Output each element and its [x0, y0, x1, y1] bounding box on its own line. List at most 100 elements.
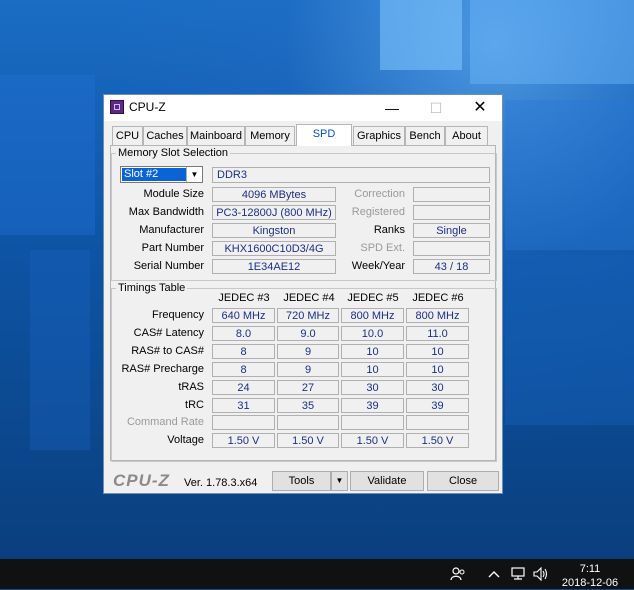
tab-spd[interactable]: SPD: [296, 124, 352, 146]
timing-cell: 1.50 V: [341, 433, 404, 448]
window-title: CPU-Z: [129, 100, 166, 114]
timing-row-label-ras-precharge: RAS# Precharge: [121, 363, 204, 375]
timing-cell: 9.0: [277, 326, 339, 341]
ranks-label: Ranks: [373, 224, 405, 236]
week-year-value: 43 / 18: [413, 259, 490, 274]
volume-icon[interactable]: [533, 567, 549, 581]
timing-cell: [406, 415, 469, 430]
timing-row-label-cas-latency: CAS# Latency: [133, 327, 204, 339]
group-legend: Timings Table: [118, 282, 186, 294]
timing-cell: 800 MHz: [341, 308, 404, 323]
minimize-button[interactable]: —: [370, 95, 414, 121]
registered-label: Registered: [351, 206, 405, 218]
spd-ext-value: [413, 241, 490, 256]
tools-button[interactable]: Tools: [272, 471, 331, 491]
timing-column-header: JEDEC #4: [283, 292, 335, 304]
status-bar: CPU-Z Ver. 1.78.3.x64 Tools ▼ Validate C…: [104, 466, 502, 493]
timing-cell: 640 MHz: [212, 308, 275, 323]
timing-cell: 27: [277, 380, 339, 395]
week-year-label: Week/Year: [351, 260, 405, 272]
tab-graphics[interactable]: Graphics: [353, 126, 405, 145]
network-icon[interactable]: [510, 567, 526, 581]
module-size-value: 4096 MBytes: [212, 187, 336, 202]
maximize-button[interactable]: ☐: [414, 95, 458, 121]
timing-row-label-tras: tRAS: [178, 381, 204, 393]
timing-cell: [341, 415, 404, 430]
memory-type-field: DDR3: [212, 167, 490, 183]
timing-row-label-trc: tRC: [185, 399, 204, 411]
wallpaper-pane: [470, 0, 634, 84]
wallpaper-pane: [380, 0, 462, 70]
correction-label: Correction: [354, 188, 405, 200]
timing-cell: 10: [341, 362, 404, 377]
timing-cell: 1.50 V: [406, 433, 469, 448]
tools-dropdown-arrow-icon[interactable]: ▼: [331, 471, 348, 491]
people-icon[interactable]: [450, 567, 466, 581]
timing-cell: 10.0: [341, 326, 404, 341]
chevron-up-icon[interactable]: [486, 567, 502, 581]
timing-column-header: JEDEC #3: [218, 292, 270, 304]
tab-about[interactable]: About: [445, 126, 488, 145]
timing-cell: 8.0: [212, 326, 275, 341]
tab-memory[interactable]: Memory: [245, 126, 295, 145]
wallpaper-pane: [0, 75, 95, 235]
wallpaper-pane: [30, 250, 90, 450]
title-bar[interactable]: CPU-Z — ☐ ✕: [104, 95, 502, 121]
timing-cell: 10: [406, 344, 469, 359]
timing-row-label-ras-to-cas: RAS# to CAS#: [131, 345, 204, 357]
cpuz-app-icon: [110, 100, 124, 114]
cpuz-logo-text: CPU-Z: [113, 471, 170, 490]
chevron-down-icon[interactable]: ▼: [186, 167, 202, 182]
timing-cell: 720 MHz: [277, 308, 339, 323]
tab-cpu[interactable]: CPU: [112, 126, 143, 145]
close-window-button[interactable]: ✕: [458, 95, 502, 121]
max-bandwidth-label: Max Bandwidth: [128, 206, 204, 218]
timing-cell: 30: [341, 380, 404, 395]
timing-cell: 31: [212, 398, 275, 413]
slot-select-value: Slot #2: [122, 168, 186, 181]
timing-cell: 8: [212, 344, 275, 359]
timing-column-header: JEDEC #5: [347, 292, 399, 304]
version-label: Ver. 1.78.3.x64: [184, 477, 258, 489]
system-clock[interactable]: 7:11 2018-12-06: [560, 562, 620, 590]
timing-cell: 800 MHz: [406, 308, 469, 323]
part-number-value: KHX1600C10D3/4G: [212, 241, 336, 256]
correction-value: [413, 187, 490, 202]
timing-cell: 39: [406, 398, 469, 413]
slot-select[interactable]: Slot #2 ▼: [120, 166, 203, 183]
tab-caches[interactable]: Caches: [143, 126, 187, 145]
timing-cell: 8: [212, 362, 275, 377]
taskbar: 7:11 2018-12-06: [0, 559, 634, 589]
module-size-label: Module Size: [143, 188, 204, 200]
timing-cell: 30: [406, 380, 469, 395]
ranks-value: Single: [413, 223, 490, 238]
max-bandwidth-value: PC3-12800J (800 MHz): [212, 205, 336, 220]
timing-cell: 9: [277, 362, 339, 377]
timing-column-header: JEDEC #6: [412, 292, 464, 304]
manufacturer-label: Manufacturer: [139, 224, 204, 236]
tab-bench[interactable]: Bench: [405, 126, 445, 145]
timing-cell: 39: [341, 398, 404, 413]
timing-row-label-command-rate: Command Rate: [126, 416, 204, 428]
manufacturer-value: Kingston: [212, 223, 336, 238]
wallpaper-pane: [505, 100, 634, 250]
timing-cell: 10: [406, 362, 469, 377]
clock-time: 7:11: [579, 563, 601, 575]
part-number-label: Part Number: [141, 242, 204, 254]
validate-button[interactable]: Validate: [350, 471, 424, 491]
clock-date: 2018-12-06: [561, 577, 619, 589]
group-legend: Memory Slot Selection: [118, 147, 229, 159]
timing-cell: [277, 415, 339, 430]
close-button[interactable]: Close: [427, 471, 499, 491]
wallpaper-pane: [505, 255, 634, 425]
registered-value: [413, 205, 490, 220]
timing-cell: 11.0: [406, 326, 469, 341]
timing-cell: 24: [212, 380, 275, 395]
serial-number-label: Serial Number: [133, 260, 204, 272]
timing-cell: 1.50 V: [277, 433, 339, 448]
timing-cell: 35: [277, 398, 339, 413]
timing-cell: [212, 415, 275, 430]
timing-cell: 10: [341, 344, 404, 359]
tab-mainboard[interactable]: Mainboard: [187, 126, 245, 145]
timing-row-label-frequency: Frequency: [152, 309, 204, 321]
